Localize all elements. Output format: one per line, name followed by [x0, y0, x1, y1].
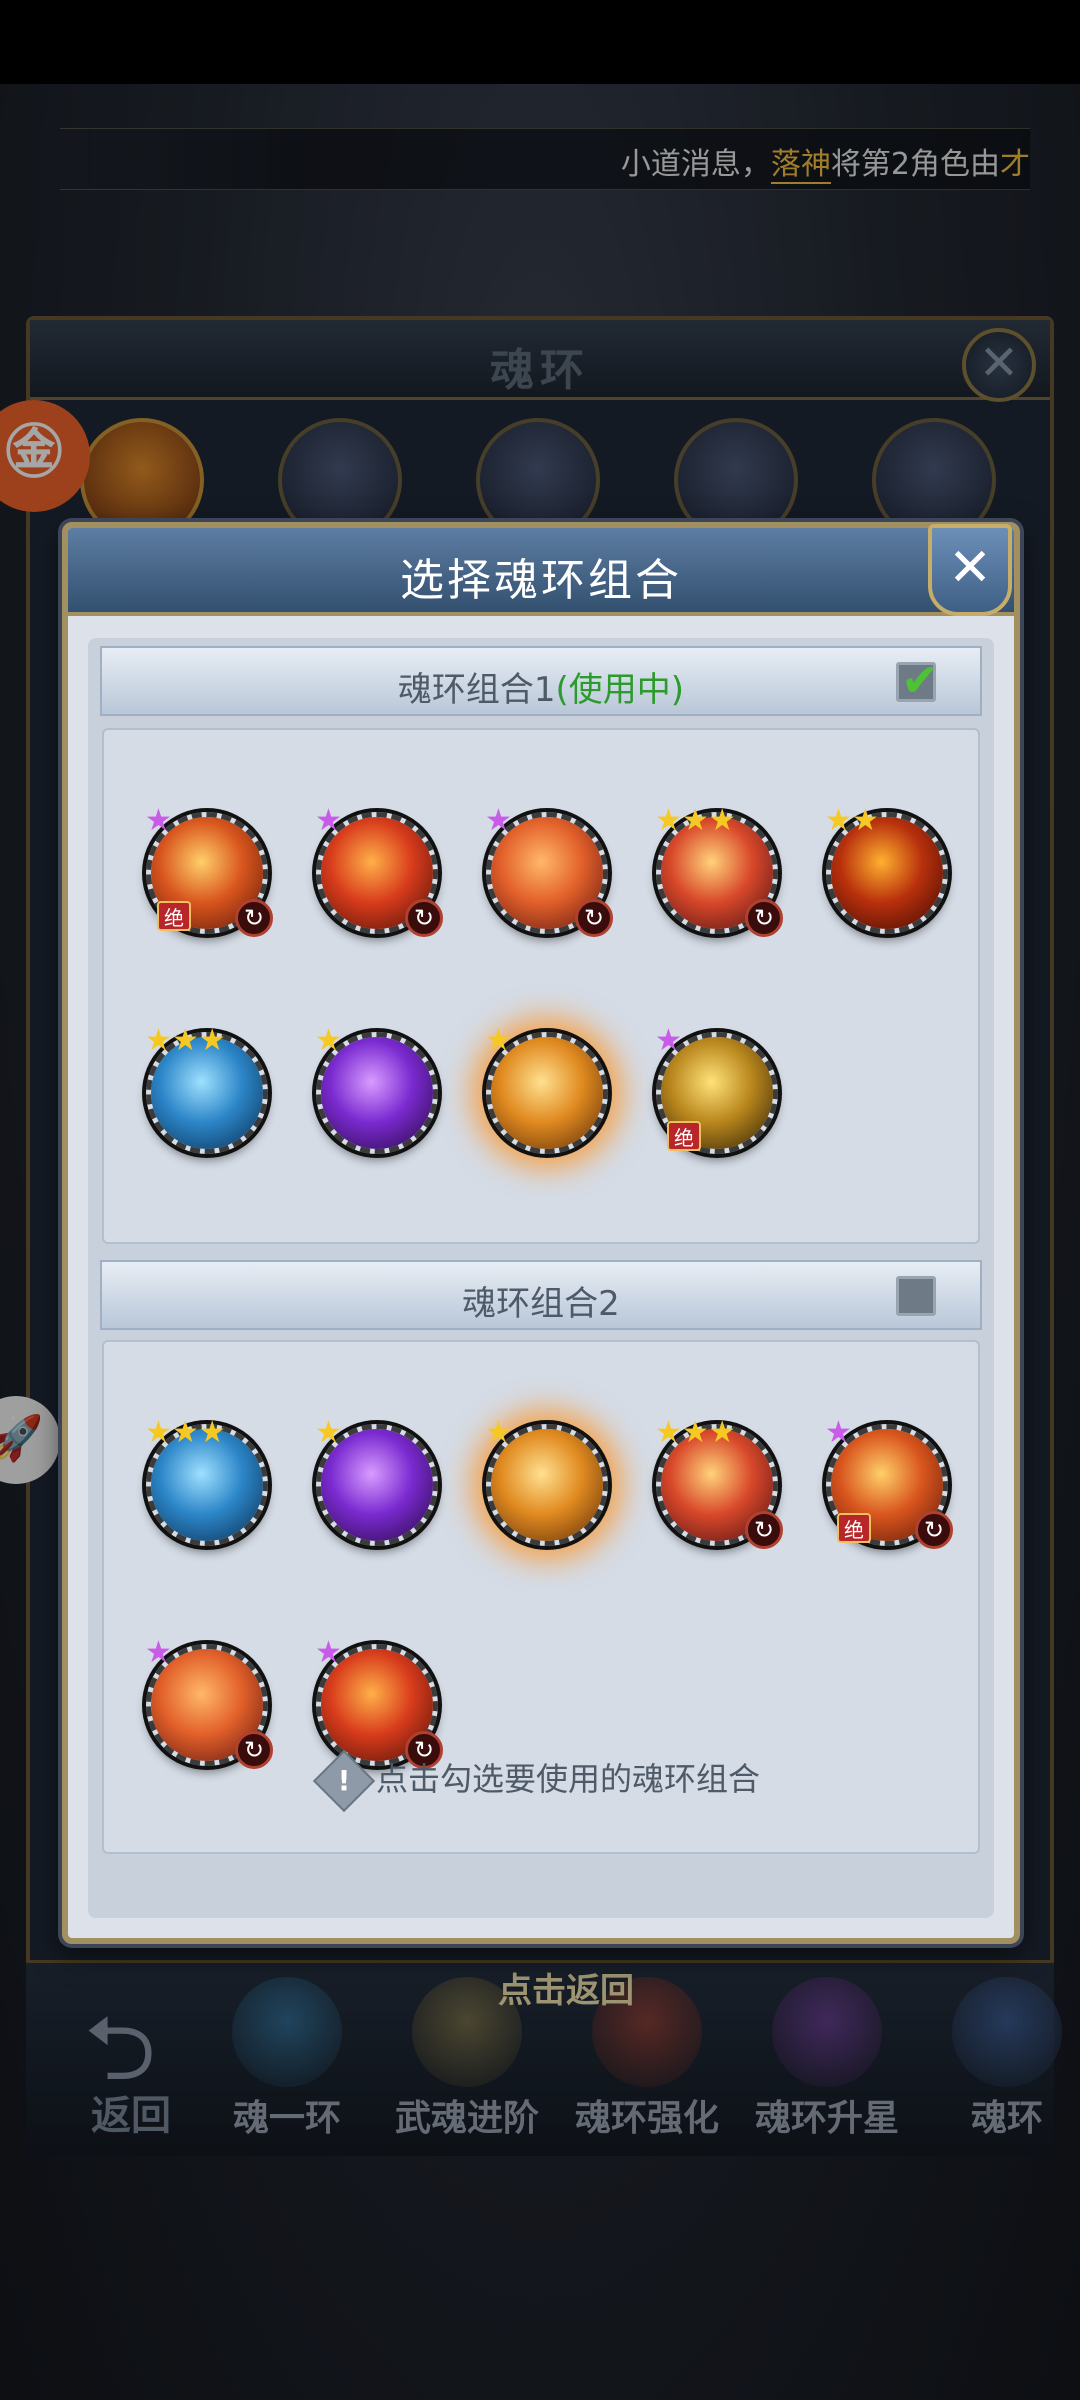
star-rating-icon: ★	[485, 1023, 512, 1058]
star-rating-icon: ★★★	[655, 1415, 736, 1450]
soul-ring-slot[interactable]: ★ ↻	[485, 803, 613, 937]
star-rating-icon: ★★★	[655, 803, 736, 838]
star-rating-icon: ★	[655, 1023, 682, 1058]
dialog-body: 魂环组合1(使用中) ✔ ★ 绝 ↻ ★ ↻ ★ ↻ ★★★ ↻ ★★ ★★★ ★ ★ ★ 绝 魂环组合2 …	[88, 638, 994, 1918]
soul-ring-slot[interactable]: ★ ↻	[315, 1635, 443, 1769]
select-soul-ring-combo-dialog: 选择魂环组合 ✕ 魂环组合1(使用中) ✔ ★ 绝 ↻ ★ ↻ ★ ↻ ★★★ ↻ ★★ ★★★ ★ ★…	[62, 522, 1020, 1944]
soul-ring-slot[interactable]: ★	[315, 1415, 438, 1546]
jue-badge: 绝	[157, 901, 191, 931]
star-rating-icon: ★★★	[145, 1415, 226, 1450]
soul-ring-slot[interactable]: ★	[315, 1023, 438, 1154]
soul-ring-slot[interactable]: ★ 绝	[655, 1023, 778, 1154]
combo-2-label: 魂环组合2	[462, 1284, 620, 1324]
star-rating-icon: ★	[825, 1415, 852, 1450]
star-rating-icon: ★	[485, 803, 512, 838]
soul-ring-slot[interactable]: ★ 绝 ↻	[825, 1415, 953, 1549]
star-rating-icon: ★★	[825, 803, 879, 838]
soul-ring-slot[interactable]: ★★	[825, 803, 948, 934]
check-icon: ✔	[901, 653, 940, 707]
soul-ring-slot[interactable]: ★★★	[145, 1415, 268, 1546]
selection-tip: ! 点击勾选要使用的魂环组合	[68, 1749, 1014, 1813]
reincarnation-icon: ↻	[745, 1511, 783, 1549]
jue-badge: 绝	[837, 1513, 871, 1543]
reincarnation-icon: ↻	[915, 1511, 953, 1549]
exclamation-icon: !	[312, 1749, 376, 1813]
reincarnation-icon: ↻	[745, 899, 783, 937]
soul-ring-slot[interactable]: ★ ↻	[315, 803, 443, 937]
soul-ring-slot[interactable]: ★★★	[145, 1023, 268, 1154]
reincarnation-icon: ↻	[235, 899, 273, 937]
combo-1-in-use-status: (使用中)	[555, 670, 685, 710]
star-rating-icon: ★★★	[145, 1023, 226, 1058]
dialog-header: 选择魂环组合	[68, 528, 1014, 616]
star-rating-icon: ★	[145, 1635, 172, 1670]
star-rating-icon: ★	[145, 803, 172, 838]
star-rating-icon: ★	[315, 1415, 342, 1450]
jue-badge: 绝	[667, 1121, 701, 1151]
combo-1-checkbox[interactable]: ✔	[896, 653, 940, 707]
soul-ring-slot[interactable]: ★★★ ↻	[655, 803, 783, 937]
combo-2-header[interactable]: 魂环组合2	[100, 1260, 982, 1330]
dialog-title: 选择魂环组合	[400, 555, 682, 606]
reincarnation-icon: ↻	[575, 899, 613, 937]
soul-ring-slot[interactable]: ★	[485, 1023, 608, 1154]
combo-2-checkbox[interactable]	[896, 1276, 936, 1316]
reincarnation-icon: ↻	[405, 899, 443, 937]
star-rating-icon: ★	[315, 1635, 342, 1670]
dialog-close-button[interactable]: ✕	[928, 524, 1012, 616]
soul-ring-slot[interactable]: ★	[485, 1415, 608, 1546]
star-rating-icon: ★	[315, 803, 342, 838]
star-rating-icon: ★	[485, 1415, 512, 1450]
soul-ring-slot[interactable]: ★ 绝 ↻	[145, 803, 273, 937]
star-rating-icon: ★	[315, 1023, 342, 1058]
combo-1-label: 魂环组合1(使用中)	[397, 670, 685, 710]
status-bar	[0, 0, 1080, 84]
selection-tip-text: 点击勾选要使用的魂环组合	[375, 1760, 760, 1798]
combo-1-ring-grid: ★ 绝 ↻ ★ ↻ ★ ↻ ★★★ ↻ ★★ ★★★ ★ ★ ★ 绝	[102, 728, 980, 1244]
soul-ring-slot[interactable]: ★ ↻	[145, 1635, 273, 1769]
combo-1-header[interactable]: 魂环组合1(使用中) ✔	[100, 646, 982, 716]
soul-ring-slot[interactable]: ★★★ ↻	[655, 1415, 783, 1549]
